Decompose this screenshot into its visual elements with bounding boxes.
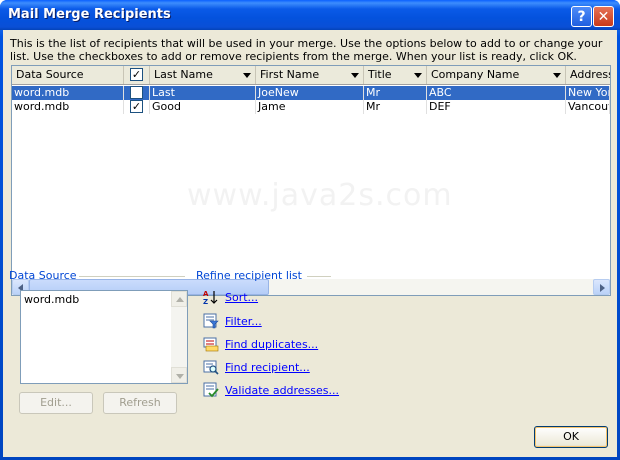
column-header-label: Last Name — [154, 68, 213, 81]
dialog-window: Mail Merge Recipients ? ✕ This is the li… — [0, 0, 620, 460]
refresh-button[interactable]: Refresh — [103, 392, 177, 414]
chevron-down-icon — [176, 374, 184, 379]
dropdown-arrow-icon[interactable] — [243, 73, 251, 78]
column-header-label: Data Source — [16, 68, 84, 81]
divider — [79, 276, 185, 277]
column-header-checkbox[interactable]: ✓ — [124, 66, 150, 84]
sort-link-label[interactable]: Sort... — [225, 291, 258, 304]
divider — [307, 276, 331, 277]
dropdown-arrow-icon[interactable] — [414, 73, 422, 78]
cell-title: Mr — [364, 86, 427, 100]
help-button[interactable]: ? — [571, 6, 592, 27]
cell-title: Mr — [364, 100, 427, 114]
scroll-down-button[interactable] — [171, 367, 187, 383]
column-header-label: First Name — [260, 68, 320, 81]
column-header-company-name[interactable]: Company Name — [427, 66, 566, 84]
column-header-label: Company Name — [431, 68, 520, 81]
refine-section-label: Refine recipient list — [196, 269, 302, 282]
dropdown-arrow-icon[interactable] — [351, 73, 359, 78]
column-header-address[interactable]: Address — [566, 66, 610, 84]
cell-last-name: Good — [150, 100, 256, 114]
svg-text:Z: Z — [203, 298, 208, 305]
validate-addresses-icon — [203, 382, 219, 398]
cell-data-source: word.mdb — [12, 100, 124, 114]
close-button[interactable]: ✕ — [593, 6, 614, 27]
recipients-grid[interactable]: www.java2s.com Data Source ✓ Last Name F… — [11, 65, 611, 296]
list-item[interactable]: word.mdb — [24, 293, 79, 306]
dialog-client-area: This is the list of recipients that will… — [3, 30, 617, 457]
filter-icon — [203, 313, 219, 329]
table-row[interactable]: word.mdb ✓ Good Jame Mr DEF Vancouv — [12, 100, 610, 114]
select-all-checkbox[interactable]: ✓ — [130, 68, 143, 81]
sort-icon: A Z — [203, 290, 218, 305]
vertical-scrollbar[interactable] — [171, 291, 187, 383]
cell-address: New Yor — [568, 86, 610, 100]
window-title: Mail Merge Recipients — [8, 7, 171, 22]
data-source-section-label: Data Source — [9, 269, 77, 282]
row-checkbox[interactable]: ✓ — [130, 100, 143, 113]
column-header-data-source[interactable]: Data Source — [12, 66, 124, 84]
find-recipient-icon — [203, 360, 219, 375]
cell-address: Vancouv — [568, 100, 610, 114]
dropdown-arrow-icon[interactable] — [553, 73, 561, 78]
cell-checkbox: ✓ — [124, 100, 150, 114]
intro-text: This is the list of recipients that will… — [10, 37, 603, 63]
cell-first-name: Jame — [256, 100, 364, 114]
cell-company-name: ABC — [427, 86, 566, 100]
chevron-right-icon — [600, 284, 605, 292]
data-source-list[interactable]: word.mdb — [20, 290, 188, 384]
edit-button[interactable]: Edit... — [19, 392, 93, 414]
find-duplicates-icon — [203, 337, 219, 352]
table-row[interactable]: word.mdb Last JoeNew Mr ABC New Yor — [12, 86, 610, 100]
column-header-last-name[interactable]: Last Name — [150, 66, 256, 84]
column-header-label: Address — [570, 68, 610, 81]
scroll-right-button[interactable] — [593, 279, 610, 295]
ok-button[interactable]: OK — [534, 426, 608, 448]
find-recipient-link-label[interactable]: Find recipient... — [225, 361, 310, 374]
watermark-text: www.java2s.com — [187, 178, 453, 213]
cell-checkbox — [124, 86, 150, 100]
column-header-title[interactable]: Title — [364, 66, 427, 84]
cell-first-name: JoeNew — [256, 86, 364, 100]
cell-company-name: DEF — [427, 100, 566, 114]
row-checkbox[interactable] — [130, 86, 143, 99]
cell-data-source: word.mdb — [12, 86, 124, 100]
title-bar[interactable]: Mail Merge Recipients ? ✕ — [0, 0, 620, 30]
filter-link-label[interactable]: Filter... — [225, 315, 262, 328]
find-duplicates-link-label[interactable]: Find duplicates... — [225, 338, 318, 351]
column-header-first-name[interactable]: First Name — [256, 66, 364, 84]
column-header-label: Title — [368, 68, 392, 81]
scroll-up-button[interactable] — [171, 291, 187, 307]
grid-header: Data Source ✓ Last Name First Name Title — [12, 66, 610, 85]
chevron-up-icon — [176, 297, 184, 302]
svg-text:A: A — [203, 290, 209, 298]
cell-last-name: Last — [150, 86, 256, 100]
validate-addresses-link-label[interactable]: Validate addresses... — [225, 384, 339, 397]
